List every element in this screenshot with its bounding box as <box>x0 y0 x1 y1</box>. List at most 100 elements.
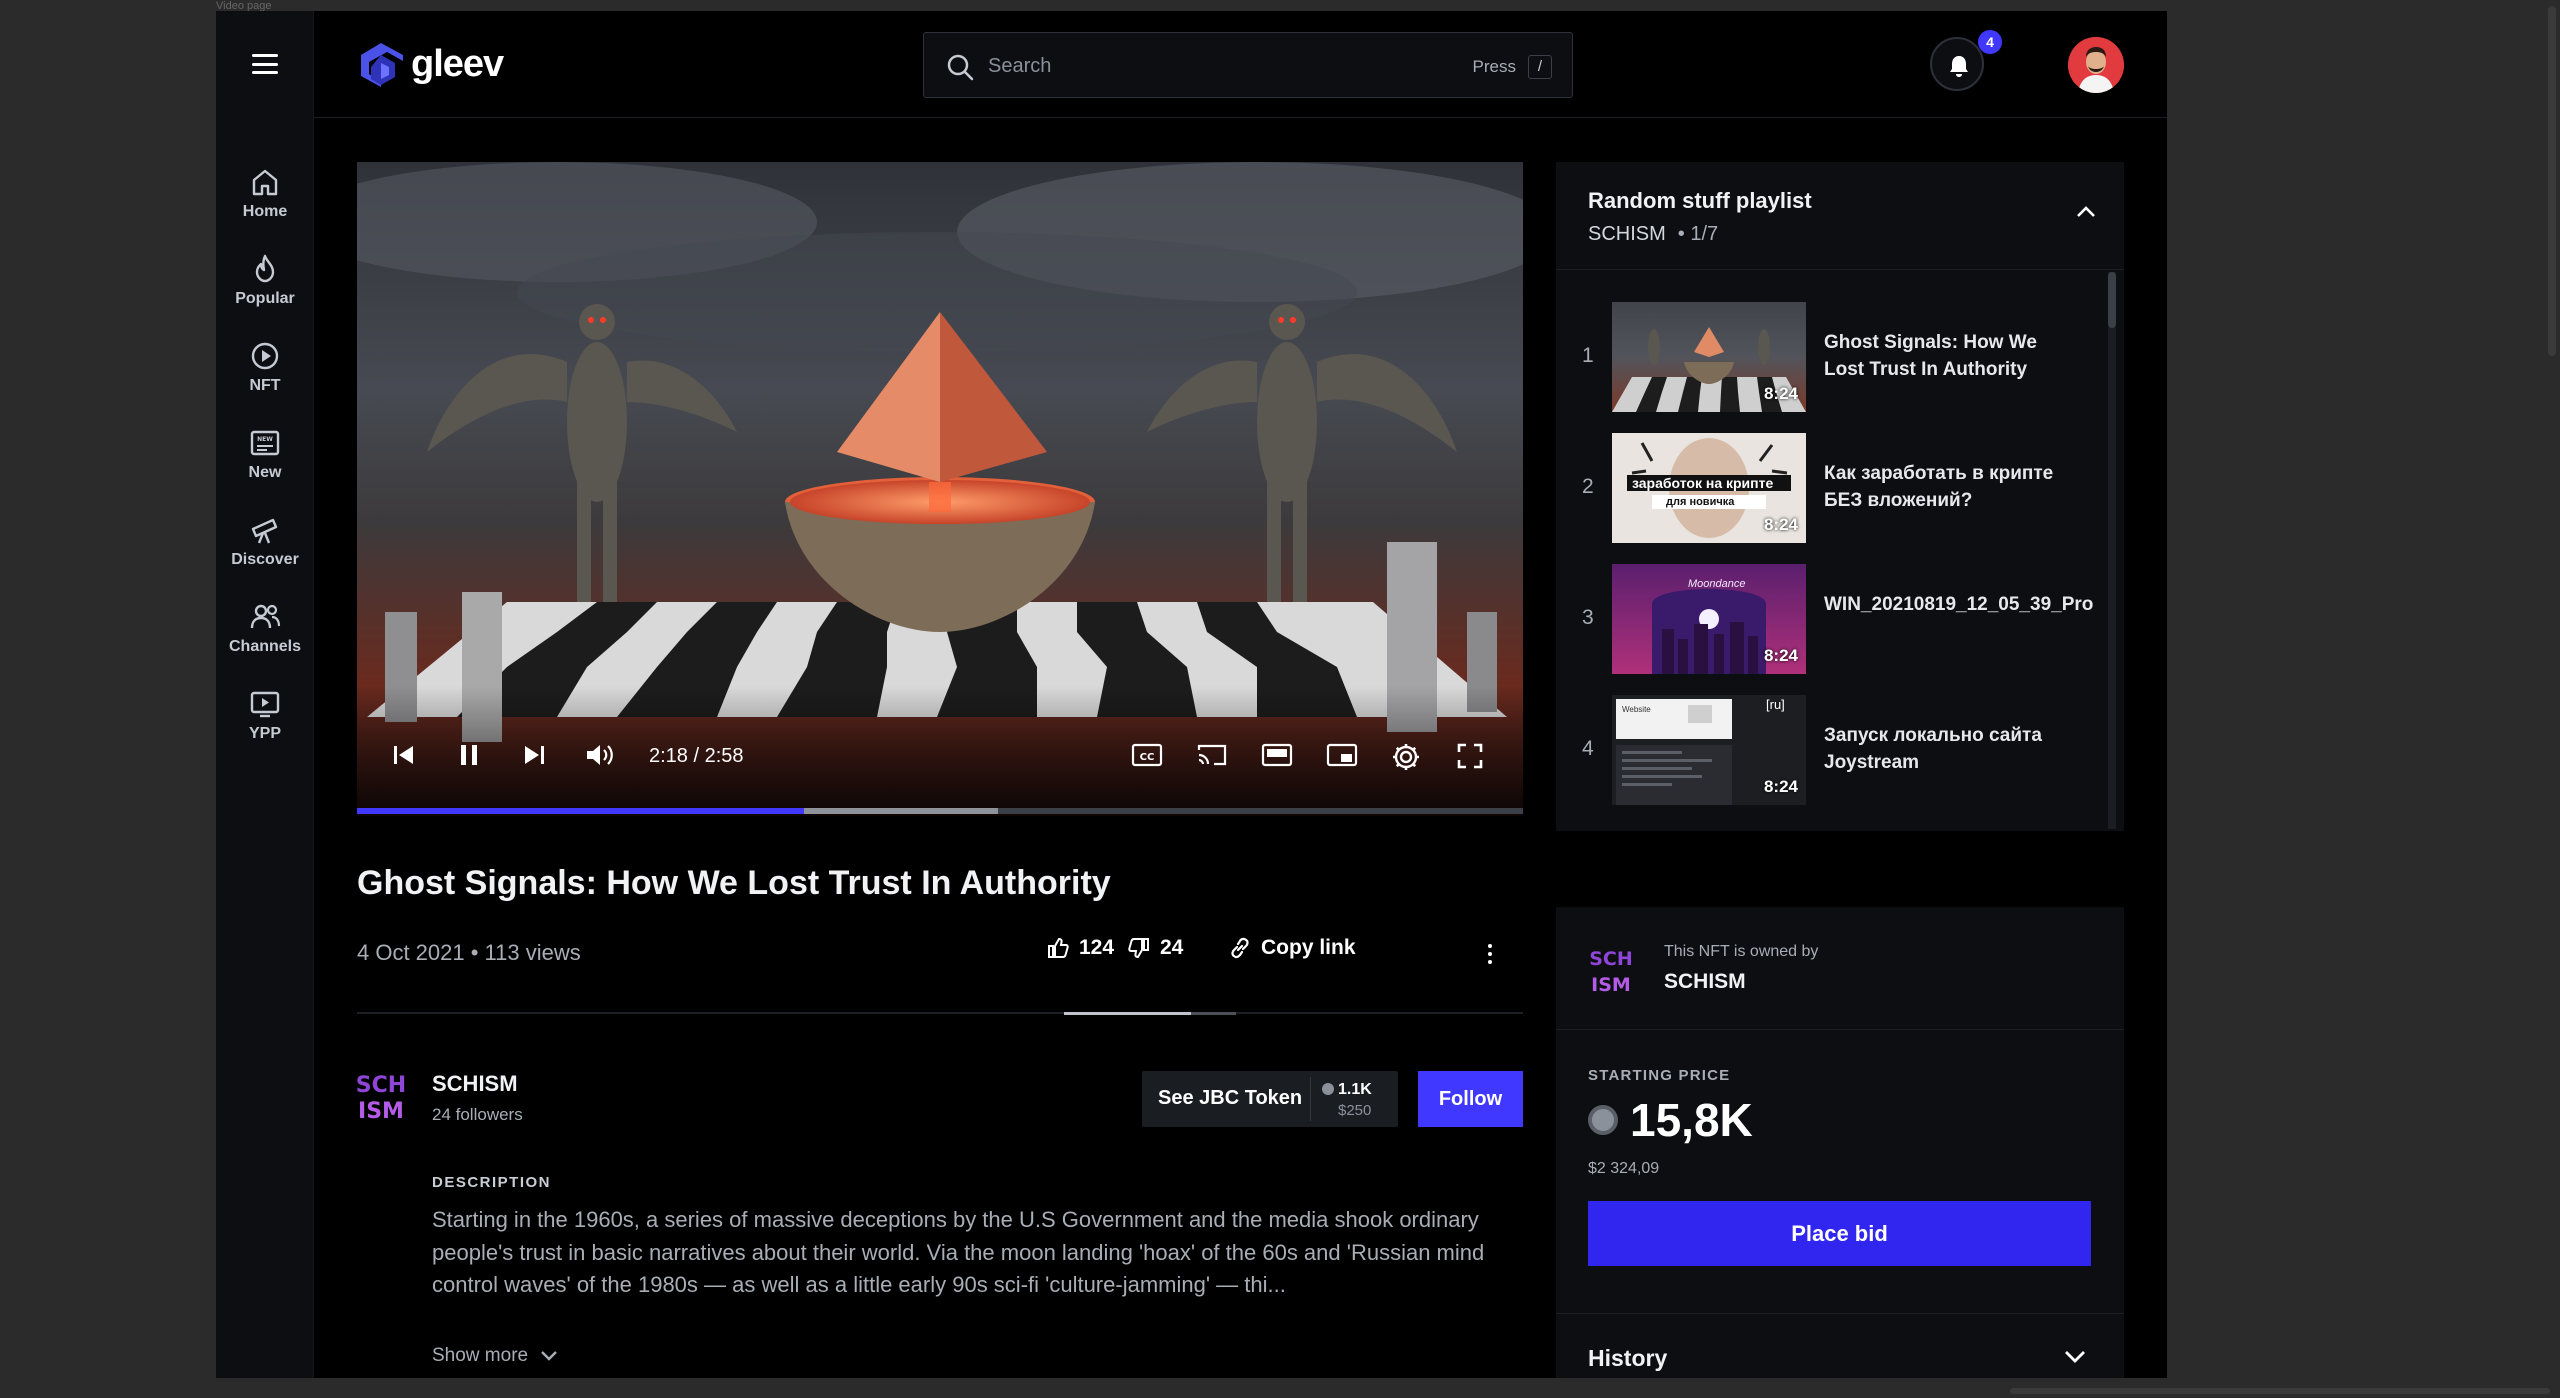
playlist-channel[interactable]: SCHISM <box>1588 223 1666 245</box>
svg-text:SCH: SCH <box>357 1073 405 1098</box>
playlist-scroll-thumb[interactable] <box>2108 272 2116 328</box>
channel-name[interactable]: SCHISM <box>432 1071 518 1097</box>
more-options-icon[interactable] <box>1486 943 1494 965</box>
playlist-duration: 8:24 <box>1763 515 1798 534</box>
new-badge-icon: NEW <box>250 430 280 456</box>
playlist-subtitle: SCHISM • 1/7 <box>1588 223 1719 245</box>
chevron-up-icon[interactable] <box>2076 204 2096 218</box>
nav-item-new[interactable]: NEW New <box>216 426 314 496</box>
starting-price-label: STARTING PRICE <box>1588 1067 1731 1084</box>
nav-item-discover[interactable]: Discover <box>216 513 314 583</box>
playlist-position: 1/7 <box>1690 223 1719 245</box>
nav-item-home[interactable]: Home <box>216 165 314 235</box>
settings-gear-icon[interactable] <box>1391 742 1421 772</box>
svg-text:ISM: ISM <box>358 1099 404 1124</box>
thumbnail-caption: Moondance <box>1688 578 1746 590</box>
gleev-logo[interactable]: gleev <box>357 41 504 87</box>
page-scrollbar-horizontal[interactable] <box>2010 1388 2550 1394</box>
nav-item-ypp[interactable]: YPP <box>216 687 314 757</box>
nav-label: NFT <box>249 377 281 394</box>
progress-played <box>357 808 804 814</box>
notifications-button[interactable] <box>1930 37 1984 91</box>
dislike-button[interactable]: 24 <box>1128 936 1183 960</box>
playlist-item[interactable]: 2 заработок на крипте для новичка 8:24 К… <box>1556 433 2086 543</box>
playlist-item[interactable]: 3 Moondance 8:24 WIN_20210819_12_05_39_P… <box>1556 564 2093 674</box>
history-toggle[interactable]: History <box>1588 1345 1667 1372</box>
captions-icon[interactable]: CC <box>1131 742 1163 768</box>
playback-time: 2:18 / 2:58 <box>649 745 744 767</box>
chevron-down-icon[interactable] <box>2064 1350 2086 1364</box>
press-label: Press <box>1472 57 1516 76</box>
volume-icon[interactable] <box>584 742 616 768</box>
nav-item-nft[interactable]: NFT <box>216 339 314 409</box>
pause-icon[interactable] <box>456 742 482 768</box>
link-icon <box>1231 937 1249 959</box>
playlist-item[interactable]: 4 Website [ru] 8:24 Запуск локально сайт… <box>1556 695 2086 805</box>
theater-mode-icon[interactable] <box>1261 742 1293 768</box>
playlist-item-number: 3 <box>1582 606 1594 629</box>
like-button[interactable]: 124 <box>1047 936 1114 960</box>
home-icon <box>252 169 278 196</box>
playlist-item-number: 1 <box>1582 344 1594 367</box>
picture-in-picture-icon[interactable] <box>1326 742 1358 768</box>
skip-previous-icon[interactable] <box>391 742 417 768</box>
gleev-logo-icon <box>361 43 403 87</box>
see-token-label: See JBC Token <box>1158 1087 1303 1109</box>
logo-text: gleev <box>411 42 504 85</box>
follow-button[interactable]: Follow <box>1418 1071 1523 1127</box>
progress-bar[interactable] <box>357 808 1523 814</box>
playlist-thumbnail: Website [ru] 8:24 <box>1612 695 1806 805</box>
cast-icon[interactable] <box>1196 742 1228 768</box>
thumbnail-caption-secondary: для новичка <box>1666 496 1735 508</box>
playlist-item-number: 4 <box>1582 737 1594 760</box>
like-count: 124 <box>1079 936 1115 959</box>
playlist-item[interactable]: 1 8:24 Ghost Signals: How We Lost Trust … <box>1556 302 2086 412</box>
channel-logo[interactable]: SCH ISM <box>357 1068 405 1124</box>
search-box[interactable]: Press / <box>923 32 1573 98</box>
video-player[interactable]: 2:18 / 2:58 CC <box>357 162 1523 816</box>
skip-next-icon[interactable] <box>521 742 547 768</box>
copy-link-label: Copy link <box>1261 936 1356 959</box>
description-heading: DESCRIPTION <box>432 1174 552 1191</box>
owner-name[interactable]: SCHISM <box>1664 970 1746 994</box>
active-tab-indicator <box>1064 1012 1191 1015</box>
search-input[interactable] <box>988 49 1428 83</box>
playlist-thumbnail: 8:24 <box>1612 302 1806 412</box>
tab-indicator-secondary <box>1191 1012 1236 1015</box>
nav-label: Home <box>242 203 288 220</box>
telescope-icon <box>251 518 278 544</box>
nav-label: Popular <box>235 290 295 307</box>
svg-text:ISM: ISM <box>1591 974 1631 996</box>
fullscreen-icon[interactable] <box>1456 742 1484 770</box>
nft-divider <box>1556 1029 2124 1030</box>
show-more-button[interactable]: Show more <box>432 1345 558 1367</box>
nav-label: New <box>248 464 282 481</box>
menu-icon[interactable] <box>252 54 278 74</box>
see-token-button[interactable]: See JBC Token 1.1K $250 <box>1142 1071 1398 1127</box>
place-bid-button[interactable]: Place bid <box>1588 1201 2091 1266</box>
top-bar: gleev Press / 4 <box>314 11 2167 118</box>
nav-item-popular[interactable]: Popular <box>216 252 314 322</box>
dislike-count: 24 <box>1160 936 1184 959</box>
thumbnail-caption-secondary: Website <box>1622 705 1651 714</box>
main-area: gleev Press / 4 <box>314 11 2167 1378</box>
token-value: 1.1K <box>1338 1081 1372 1098</box>
playlist-scrollbar[interactable] <box>2108 272 2116 829</box>
nft-price: 15,8K <box>1588 1093 1753 1147</box>
app-window: Home Popular NFT NEW New Discover Channe… <box>216 11 2167 1378</box>
playlist-divider <box>1556 269 2124 270</box>
thumbs-up-icon <box>1048 937 1069 958</box>
nft-widget: SCH ISM This NFT is owned by SCHISM STAR… <box>1556 907 2124 1378</box>
user-avatar[interactable] <box>2068 37 2124 93</box>
playlist-duration: 8:24 <box>1763 384 1798 403</box>
nav-item-channels[interactable]: Channels <box>216 600 314 670</box>
bell-icon <box>1950 56 1968 77</box>
owner-avatar[interactable]: SCH ISM <box>1590 941 1632 997</box>
nft-price-value: 15,8K <box>1630 1094 1753 1146</box>
page-scrollbar-vertical[interactable] <box>2548 6 2556 356</box>
nav-label: Channels <box>228 638 301 655</box>
owned-by-label: This NFT is owned by <box>1664 943 1819 960</box>
copy-link-button[interactable]: Copy link <box>1229 936 1356 960</box>
notification-badge: 4 <box>1978 30 2002 54</box>
people-icon <box>250 604 281 629</box>
